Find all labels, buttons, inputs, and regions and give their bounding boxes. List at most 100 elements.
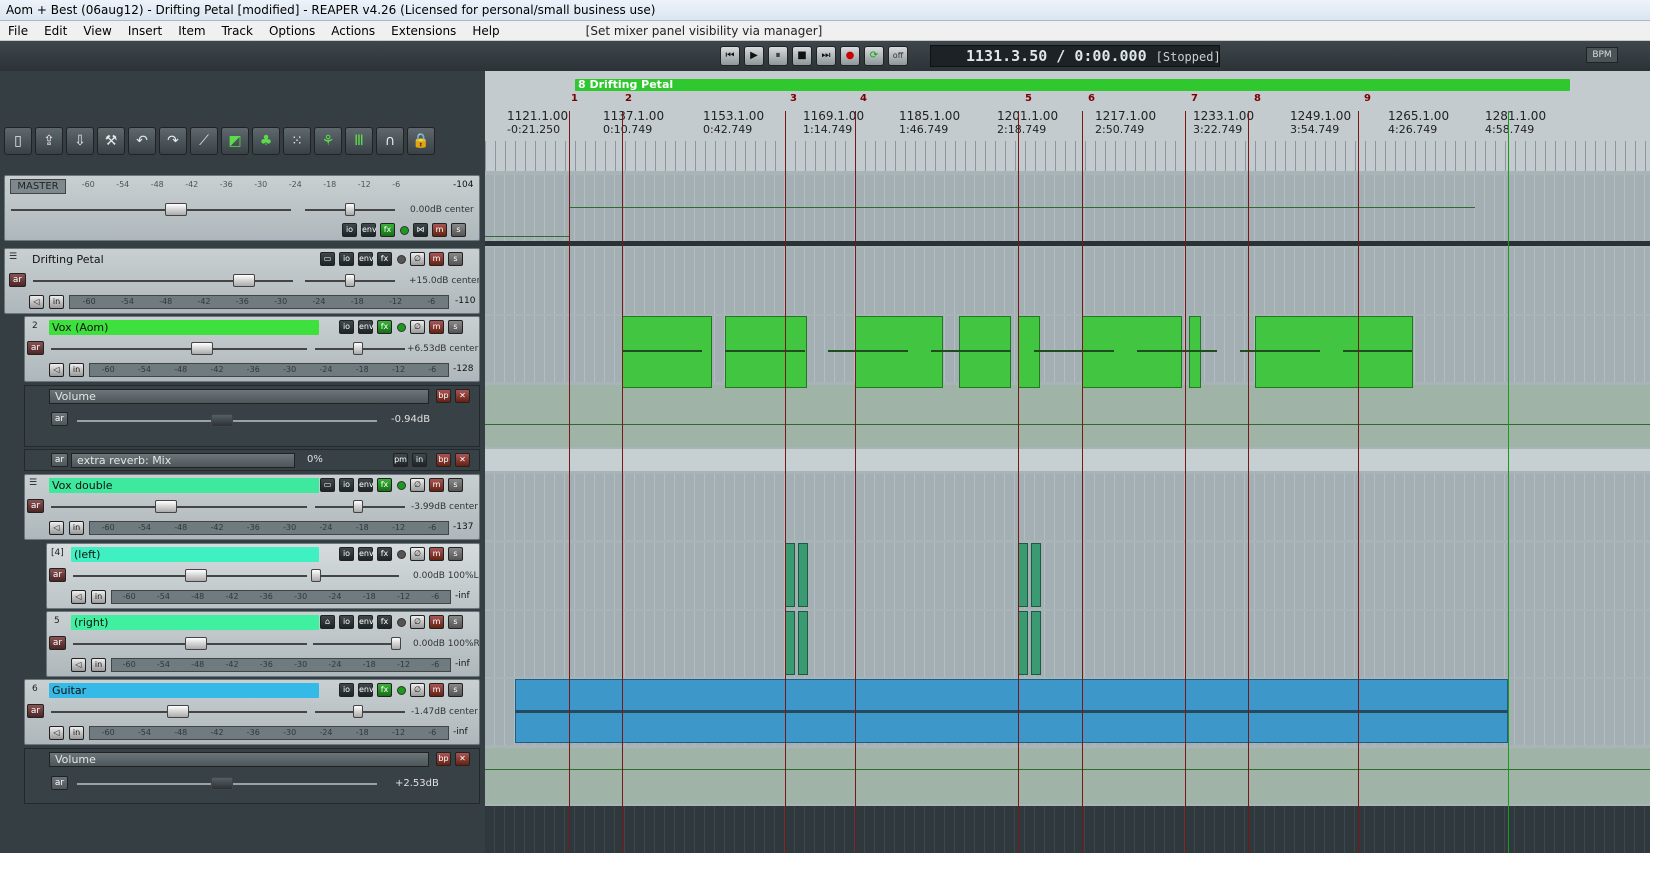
- track-vox-double[interactable]: ☰ Vox double ▭ io env fx ∅ m s ar -3.99d…: [24, 474, 480, 540]
- track-mute-button[interactable]: m: [429, 547, 444, 561]
- menu-file[interactable]: File: [0, 24, 36, 38]
- track-mute-button[interactable]: m: [429, 683, 444, 697]
- lane-vox-volume-envelope[interactable]: [485, 385, 1650, 447]
- open-icon[interactable]: ⇪: [35, 127, 63, 155]
- metronome-icon[interactable]: ⟋: [190, 127, 218, 155]
- marker-2[interactable]: 2: [625, 93, 632, 104]
- master-mono-button[interactable]: ⋈: [413, 223, 428, 237]
- envelope-bypass-button[interactable]: bp: [436, 389, 451, 403]
- track-route-button[interactable]: ⌂: [320, 615, 335, 629]
- arrange-view[interactable]: 8 Drifting Petal 1 2 3 4 5 6 7 8 9 1121.…: [485, 71, 1650, 853]
- bpm-button[interactable]: BPM: [1586, 47, 1618, 63]
- track-volume-knob[interactable]: [233, 274, 255, 287]
- track-name[interactable]: Guitar: [49, 683, 319, 698]
- track-fx-enabled-indicator[interactable]: [397, 550, 406, 559]
- track-phase-button[interactable]: ∅: [410, 478, 425, 492]
- track-pan-knob[interactable]: [353, 705, 363, 718]
- track-route-button[interactable]: ▭: [320, 478, 335, 492]
- track-mute-button[interactable]: m: [429, 252, 444, 266]
- media-item[interactable]: [1189, 316, 1201, 388]
- track-monitor-button[interactable]: ◁: [49, 726, 64, 740]
- track-solo-button[interactable]: s: [448, 547, 463, 561]
- envelope-value-knob[interactable]: [211, 777, 233, 790]
- track-solo-button[interactable]: s: [448, 683, 463, 697]
- track-name[interactable]: Vox double: [49, 478, 319, 493]
- menu-actions[interactable]: Actions: [323, 24, 383, 38]
- track-monitor-button[interactable]: ◁: [49, 363, 64, 377]
- media-item[interactable]: [1082, 316, 1182, 388]
- lane-drifting-petal[interactable]: [485, 248, 1650, 314]
- track-fx-enabled-indicator[interactable]: [397, 323, 406, 332]
- track-input-button[interactable]: in: [69, 521, 84, 535]
- master-lane[interactable]: [485, 175, 1650, 241]
- envelope-in-button[interactable]: in: [412, 453, 427, 467]
- track-fx-enabled-indicator[interactable]: [397, 618, 406, 627]
- track-pan-knob[interactable]: [391, 637, 401, 650]
- track-solo-button[interactable]: s: [448, 320, 463, 334]
- track-env-button[interactable]: env: [358, 683, 374, 697]
- track-pan-fader[interactable]: [313, 575, 399, 577]
- menu-edit[interactable]: Edit: [36, 24, 75, 38]
- lane-left[interactable]: [485, 543, 1650, 609]
- media-item[interactable]: [1031, 543, 1041, 607]
- track-arm-button[interactable]: ar: [27, 499, 44, 513]
- master-track[interactable]: MASTER -60 -54 -48 -42 -36 -30 -24 -18 -12 -6 -10…: [4, 175, 480, 241]
- master-fx-enabled-indicator[interactable]: [400, 226, 409, 235]
- ripple-icon[interactable]: ♣: [252, 127, 280, 155]
- track-input-button[interactable]: in: [49, 295, 64, 309]
- lock-icon[interactable]: 🔒: [407, 127, 435, 155]
- save-icon[interactable]: ⇩: [66, 127, 94, 155]
- stop-icon[interactable]: ■: [792, 46, 812, 66]
- track-phase-button[interactable]: ∅: [410, 683, 425, 697]
- redo-icon[interactable]: ↷: [159, 127, 187, 155]
- timeline-ruler[interactable]: 8 Drifting Petal 1 2 3 4 5 6 7 8 9 1121.…: [485, 71, 1650, 171]
- track-right[interactable]: 5 (right) ⌂ io env fx ∅ m s ar 0.00dB 10…: [46, 611, 480, 677]
- track-mute-button[interactable]: m: [429, 320, 444, 334]
- track-volume-fader[interactable]: [51, 348, 307, 350]
- media-item[interactable]: [1255, 316, 1413, 388]
- marker-4[interactable]: 4: [860, 93, 867, 104]
- track-phase-button[interactable]: ∅: [410, 252, 425, 266]
- track-mute-button[interactable]: m: [429, 615, 444, 629]
- track-io-button[interactable]: io: [339, 252, 354, 266]
- media-item[interactable]: [1018, 543, 1028, 607]
- track-volume-fader[interactable]: [51, 506, 307, 508]
- track-solo-button[interactable]: s: [448, 252, 463, 266]
- master-solo-button[interactable]: s: [451, 223, 466, 237]
- track-phase-button[interactable]: ∅: [410, 615, 425, 629]
- track-env-button[interactable]: env: [358, 547, 374, 561]
- track-phase-button[interactable]: ∅: [410, 320, 425, 334]
- track-fx-button[interactable]: fx: [377, 615, 392, 629]
- envelope-arm-button[interactable]: ar: [51, 776, 68, 790]
- track-arm-button[interactable]: ar: [49, 636, 66, 650]
- track-fx-button[interactable]: fx: [377, 252, 392, 266]
- off-button[interactable]: off: [888, 46, 908, 66]
- track-name[interactable]: (left): [71, 547, 319, 562]
- track-arm-button[interactable]: ar: [27, 704, 44, 718]
- track-input-button[interactable]: in: [91, 590, 106, 604]
- track-name[interactable]: Drifting Petal: [29, 252, 309, 267]
- master-volume-fader[interactable]: [11, 209, 291, 211]
- menu-view[interactable]: View: [75, 24, 119, 38]
- track-fx-button[interactable]: fx: [377, 320, 392, 334]
- media-item[interactable]: [785, 611, 795, 675]
- track-fx-enabled-indicator[interactable]: [397, 686, 406, 695]
- menu-help[interactable]: Help: [464, 24, 507, 38]
- track-fx-button[interactable]: fx: [377, 478, 392, 492]
- marker-5[interactable]: 5: [1025, 93, 1032, 104]
- track-io-button[interactable]: io: [339, 615, 354, 629]
- track-io-button[interactable]: io: [339, 547, 354, 561]
- master-env-button[interactable]: env: [361, 223, 377, 237]
- marker-7[interactable]: 7: [1191, 93, 1198, 104]
- loop-icon[interactable]: ⟳: [864, 46, 884, 66]
- track-left[interactable]: [4] (left) io env fx ∅ m s ar 0.00dB 100…: [46, 543, 480, 609]
- envelope-arm-button[interactable]: ar: [51, 412, 68, 426]
- track-io-button[interactable]: io: [339, 320, 354, 334]
- track-solo-button[interactable]: s: [448, 478, 463, 492]
- envelope-close-button[interactable]: ✕: [455, 453, 470, 467]
- skip-end-icon[interactable]: ⏭: [816, 46, 836, 66]
- track-guitar[interactable]: 6 Guitar io env fx ∅ m s ar -1.47dB cent…: [24, 679, 480, 745]
- track-phase-button[interactable]: ∅: [410, 547, 425, 561]
- master-fx-button[interactable]: fx: [380, 223, 395, 237]
- record-icon[interactable]: ●: [840, 46, 860, 66]
